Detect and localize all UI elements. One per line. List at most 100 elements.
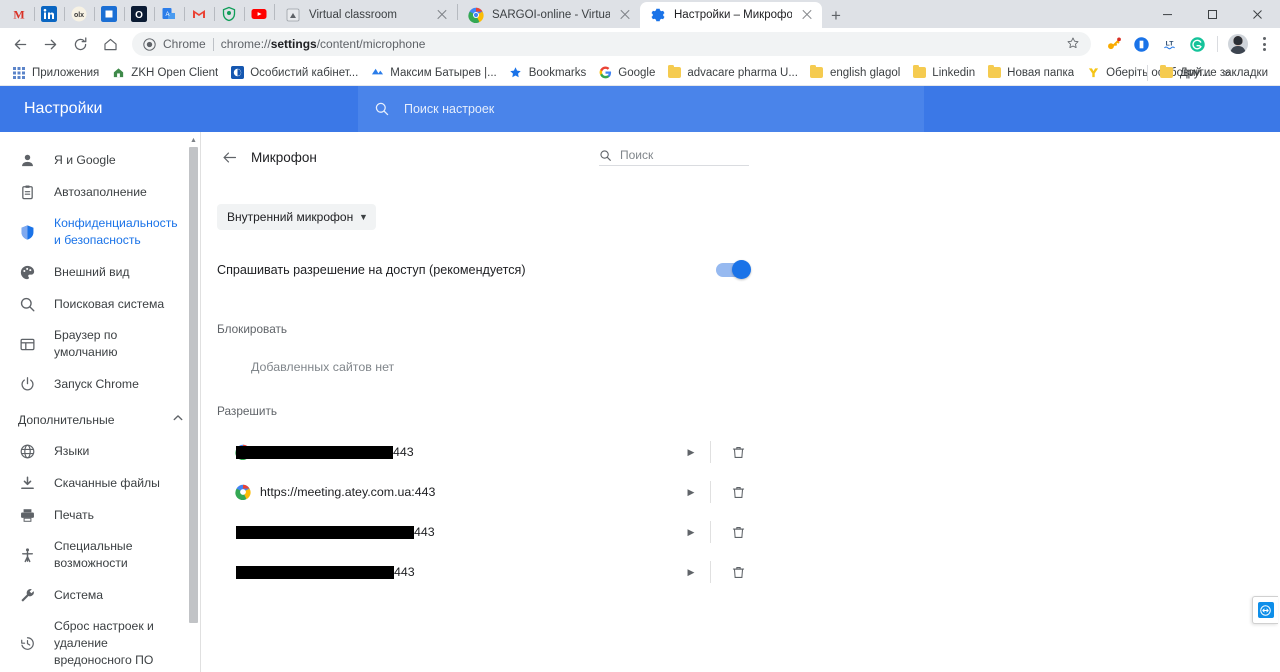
delete-site-button[interactable] [725, 565, 751, 580]
pinned-tab-olx[interactable]: olx [64, 1, 94, 27]
allowed-sites-list: 443 ▶ https://meeting.atey.com.ua:443 ▶ … [201, 432, 767, 592]
pinned-tab-blue-square[interactable] [94, 1, 124, 27]
content-search-input[interactable]: Поиск [599, 148, 749, 166]
extension-icons: LT [1099, 32, 1274, 56]
bookmark-maksim-batyrev[interactable]: Максим Батырев |... [364, 64, 502, 82]
sidebar-item-downloads[interactable]: Скачанные файлы [0, 467, 200, 499]
pinned-tab-gmail[interactable] [184, 1, 214, 27]
microphone-device-value: Внутренний микрофон (Con [227, 210, 355, 224]
extension-grammarly-icon[interactable] [1185, 32, 1209, 56]
bookmark-novaya-papka[interactable]: Новая папка [981, 64, 1080, 82]
sidebar-section-advanced[interactable]: Дополнительные [0, 400, 200, 435]
scrollbar-up-arrow[interactable]: ▲ [189, 136, 198, 145]
extension-blue-icon[interactable] [1129, 32, 1153, 56]
sidebar-item-system[interactable]: Система [0, 579, 200, 611]
expand-site-details-button[interactable]: ▶ [678, 527, 704, 538]
sidebar-item-reset-and-cleanup[interactable]: Сброс настроек и удаление вредоносного П… [0, 611, 200, 672]
extension-languagetool-icon[interactable]: LT [1157, 32, 1181, 56]
site-row[interactable]: 443 ▶ [235, 512, 751, 552]
classroom-icon [286, 8, 300, 22]
bookmark-star-icon[interactable] [1066, 36, 1080, 53]
window-maximize-button[interactable] [1190, 0, 1235, 28]
sidebar-item-on-startup[interactable]: Запуск Chrome [0, 368, 200, 400]
microphone-device-select[interactable]: Внутренний микрофон (Con ▼ [217, 204, 376, 230]
bookmark-bookmarks[interactable]: Bookmarks [503, 64, 593, 82]
back-button[interactable] [6, 30, 34, 58]
bookmark-label: Максим Батырев |... [390, 66, 497, 79]
expand-site-details-button[interactable]: ▶ [678, 447, 704, 458]
address-bar[interactable]: Chrome chrome://settings/content/microph… [132, 32, 1091, 56]
site-url: 443 [236, 525, 678, 539]
bookmark-apps[interactable]: Приложения [6, 64, 105, 82]
sidebar-item-privacy-and-security[interactable]: Конфиденциальность и безопасность [0, 208, 200, 256]
person-icon [18, 151, 36, 169]
scrollbar-thumb[interactable] [189, 147, 198, 623]
sidebar-scrollbar[interactable]: ▲ [189, 136, 198, 672]
bookmark-english-glagol[interactable]: english glagol [804, 64, 906, 82]
tab-close-icon[interactable] [618, 8, 632, 22]
tab-settings-microphone[interactable]: Настройки – Микрофон [640, 2, 822, 28]
bookmark-label: Особистий кабінет... [250, 66, 359, 79]
sidebar-item-autofill[interactable]: Автозаполнение [0, 176, 200, 208]
arrows-horizontal-icon [1257, 602, 1274, 618]
sidebar-item-label: Браузер по умолчанию [54, 328, 118, 359]
tab-close-icon[interactable] [800, 8, 814, 22]
back-button[interactable] [215, 143, 243, 171]
avatar[interactable] [1226, 32, 1250, 56]
site-row[interactable]: 443 ▶ [235, 552, 751, 592]
teamviewer-widget[interactable] [1252, 596, 1278, 624]
expand-site-details-button[interactable]: ▶ [678, 487, 704, 498]
bookmark-zkh-open-client[interactable]: ZKH Open Client [105, 64, 224, 82]
pinned-tab-linkedin[interactable] [34, 1, 64, 27]
shield-icon [18, 223, 36, 241]
site-row[interactable]: https://meeting.atey.com.ua:443 ▶ [235, 472, 751, 512]
bookmark-label: Google [618, 66, 656, 79]
tab-sargoi-online[interactable]: SARGOI-online - Virtual classroom [458, 2, 640, 28]
site-row[interactable]: 443 ▶ [235, 432, 751, 472]
allow-section-label: Разрешить [217, 404, 278, 418]
bookmark-advacare-pharma[interactable]: advacare pharma U... [661, 64, 804, 82]
delete-site-button[interactable] [725, 445, 751, 460]
bookmark-linkedin[interactable]: Linkedin [906, 64, 981, 82]
sidebar-item-accessibility[interactable]: Специальные возможности [0, 531, 200, 579]
ask-permission-row: Спрашивать разрешение на доступ (рекомен… [217, 248, 751, 292]
pinned-tab-youtube[interactable] [244, 1, 274, 27]
address-bar-url: chrome://settings/content/microphone [220, 37, 426, 51]
bookmark-google[interactable]: Google [592, 64, 661, 82]
tab-virtual-classroom[interactable]: Virtual classroom [275, 2, 457, 28]
sidebar-item-default-browser[interactable]: Браузер по умолчанию [0, 320, 200, 368]
pinned-tab-translate[interactable]: A [154, 1, 184, 27]
delete-site-button[interactable] [725, 485, 751, 500]
new-tab-button[interactable]: + [822, 2, 850, 28]
sidebar-item-search-engine[interactable]: Поисковая система [0, 288, 200, 320]
expand-site-details-button[interactable]: ▶ [678, 567, 704, 578]
folder-icon [810, 64, 824, 80]
delete-site-button[interactable] [725, 525, 751, 540]
chrome-menu-button[interactable] [1254, 32, 1274, 56]
bookmark-other-bookmarks[interactable]: Другие закладки [1154, 64, 1274, 82]
arrow-left-icon [222, 151, 236, 163]
sidebar-item-printing[interactable]: Печать [0, 499, 200, 531]
window-close-button[interactable] [1235, 0, 1280, 28]
reload-button[interactable] [66, 30, 94, 58]
content-title: Микрофон [251, 149, 317, 165]
extension-key-icon[interactable] [1101, 32, 1125, 56]
window-minimize-button[interactable] [1145, 0, 1190, 28]
sidebar-item-languages[interactable]: Языки [0, 435, 200, 467]
pinned-tab-m[interactable]: M [4, 1, 34, 27]
ask-permission-toggle[interactable] [716, 260, 751, 279]
m-letter-icon: M [13, 8, 24, 22]
settings-sidebar: Я и Google Автозаполнение Конфиденциальн… [0, 132, 200, 672]
pinned-tab-shield[interactable] [214, 1, 244, 27]
tab-label: SARGOI-online - Virtual classroom [492, 9, 610, 21]
pinned-tab-outlook[interactable]: O [124, 1, 154, 27]
settings-search-input[interactable]: Поиск настроек [358, 86, 924, 132]
site-identity[interactable]: Chrome [143, 37, 206, 51]
sidebar-item-appearance[interactable]: Внешний вид [0, 256, 200, 288]
sidebar-item-you-and-google[interactable]: Я и Google [0, 144, 200, 176]
home-button[interactable] [96, 30, 124, 58]
forward-button[interactable] [36, 30, 64, 58]
bookmark-osobystyi-kabinet[interactable]: Особистий кабінет... [224, 64, 364, 82]
tab-close-icon[interactable] [435, 8, 449, 22]
window-controls [1145, 0, 1280, 28]
